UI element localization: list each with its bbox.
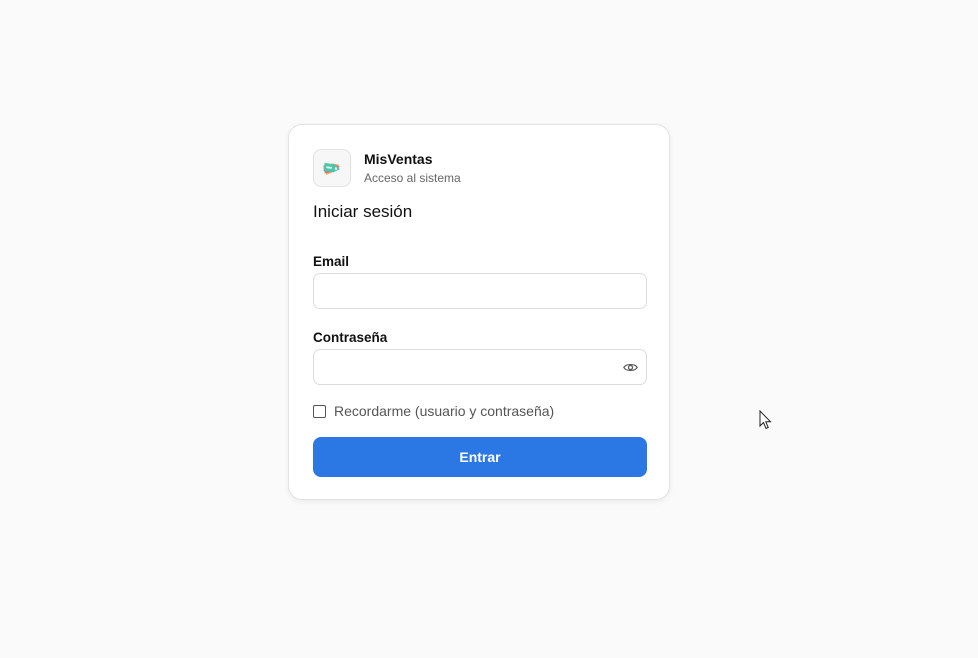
remember-label[interactable]: Recordarme (usuario y contraseña) (334, 403, 554, 419)
sale-tag-icon (313, 149, 351, 187)
eye-icon[interactable] (622, 361, 638, 373)
password-label: Contraseña (313, 330, 388, 345)
form-title: Iniciar sesión (313, 202, 413, 221)
login-page: MisVentas Acceso al sistema Iniciar sesi… (0, 0, 978, 658)
submit-button[interactable]: Entrar (313, 437, 647, 477)
app-name: MisVentas (364, 151, 433, 167)
mouse-cursor-icon (759, 409, 773, 435)
email-field[interactable] (313, 273, 647, 309)
brand-text: MisVentas Acceso al sistema (364, 150, 461, 186)
email-label: Email (313, 254, 350, 269)
password-field[interactable] (313, 349, 647, 385)
login-card: MisVentas Acceso al sistema Iniciar sesi… (288, 124, 670, 500)
brand-header: MisVentas Acceso al sistema (313, 149, 461, 187)
remember-checkbox[interactable] (313, 404, 326, 418)
app-subtitle: Acceso al sistema (364, 171, 461, 185)
remember-row: Recordarme (usuario y contraseña) (313, 403, 554, 419)
